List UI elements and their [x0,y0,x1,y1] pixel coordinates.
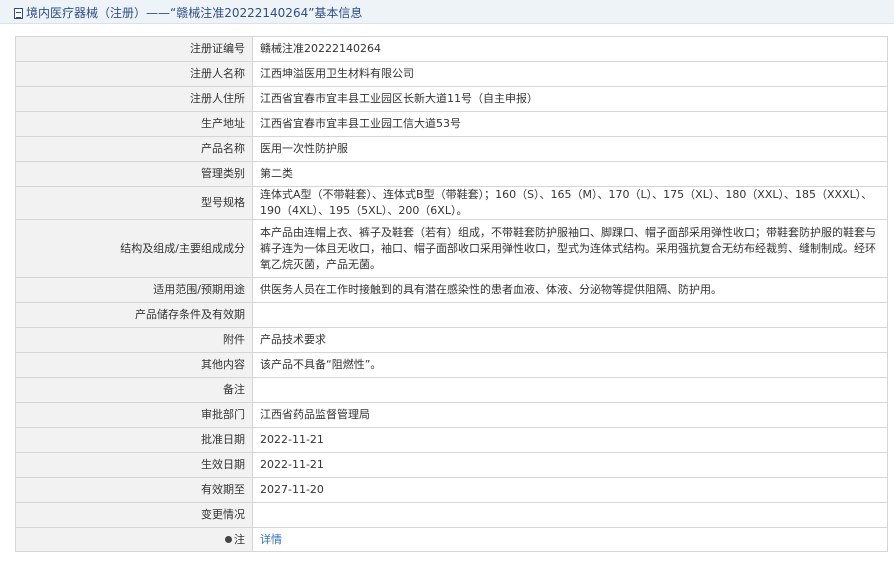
row-label: 变更情况 [15,502,253,528]
row-label: 结构及组成/主要组成成分 [15,219,253,278]
row-label: 管理类别 [15,161,253,187]
page-header: 境内医疗器械（注册）——“赣械注准20222140264”基本信息 [0,0,894,24]
row-value: 供医务人员在工作时接触到的具有潜在感染性的患者血液、体液、分泌物等提供阻隔、防护… [252,277,888,303]
table-row: 管理类别 第二类 [15,161,888,187]
row-value: 江西省宜春市宜丰县工业园区长新大道11号（自主申报） [252,86,888,112]
table-row: 生产地址 江西省宜春市宜丰县工业园工信大道53号 [15,111,888,137]
row-label: 审批部门 [15,402,253,428]
row-value [252,302,888,328]
table-row: 批准日期 2022-11-21 [15,427,888,453]
row-label: 注册人名称 [15,61,253,87]
document-icon [14,8,23,19]
row-value: 2027-11-20 [252,477,888,503]
info-dot-icon [225,535,232,543]
row-label: 产品名称 [15,136,253,162]
table-row: 备注 [15,377,888,403]
header-dash: —— [146,6,171,20]
info-table: 注册证编号 赣械注准20222140264 注册人名称 江西坤溢医用卫生材料有限… [15,36,888,552]
header-title: “赣械注准20222140264”基本信息 [170,6,363,20]
row-value: 连体式A型（不带鞋套）、连体式B型（带鞋套）；160（S）、165（M）、170… [252,186,888,220]
row-value: 产品技术要求 [252,327,888,353]
row-value: 江西坤溢医用卫生材料有限公司 [252,61,888,87]
row-value: 江西省宜春市宜丰县工业园工信大道53号 [252,111,888,137]
row-label: 批准日期 [15,427,253,453]
table-row: 注册证编号 赣械注准20222140264 [15,36,888,62]
table-row: 变更情况 [15,502,888,528]
row-value [252,377,888,403]
row-label: 产品储存条件及有效期 [15,302,253,328]
row-label: 生产地址 [15,111,253,137]
table-row: 产品名称 医用一次性防护服 [15,136,888,162]
table-row: 审批部门 江西省药品监督管理局 [15,402,888,428]
table-row: 生效日期 2022-11-21 [15,452,888,478]
table-row: 其他内容 该产品不具备“阻燃性”。 [15,352,888,378]
table-row: 有效期至 2027-11-20 [15,477,888,503]
row-label: 注册证编号 [15,36,253,62]
row-value [252,502,888,528]
note-value-cell: 详情 [252,527,888,552]
note-label: 注 [234,532,245,546]
table-row: 注册人住所 江西省宜春市宜丰县工业园区长新大道11号（自主申报） [15,86,888,112]
row-value: 本产品由连帽上衣、裤子及鞋套（若有）组成，不带鞋套防护服袖口、脚踝口、帽子面部采… [252,219,888,278]
table-row: 产品储存条件及有效期 [15,302,888,328]
note-row: 注 详情 [15,527,888,552]
row-value: 该产品不具备“阻燃性”。 [252,352,888,378]
table-row: 适用范围/预期用途 供医务人员在工作时接触到的具有潜在感染性的患者血液、体液、分… [15,277,888,303]
row-label: 型号规格 [15,186,253,220]
row-label: 备注 [15,377,253,403]
row-label: 其他内容 [15,352,253,378]
details-link[interactable]: 详情 [260,533,282,546]
row-value: 2022-11-21 [252,452,888,478]
row-value: 江西省药品监督管理局 [252,402,888,428]
row-label: 适用范围/预期用途 [15,277,253,303]
row-label: 有效期至 [15,477,253,503]
note-label-cell: 注 [15,527,253,552]
row-value: 第二类 [252,161,888,187]
row-label: 生效日期 [15,452,253,478]
table-row: 型号规格 连体式A型（不带鞋套）、连体式B型（带鞋套）；160（S）、165（M… [15,186,888,220]
row-value: 2022-11-21 [252,427,888,453]
row-value: 赣械注准20222140264 [252,36,888,62]
row-label: 附件 [15,327,253,353]
table-row: 结构及组成/主要组成成分 本产品由连帽上衣、裤子及鞋套（若有）组成，不带鞋套防护… [15,219,888,278]
row-label: 注册人住所 [15,86,253,112]
table-row: 附件 产品技术要求 [15,327,888,353]
header-category: 境内医疗器械（注册） [26,6,147,20]
row-value: 医用一次性防护服 [252,136,888,162]
table-row: 注册人名称 江西坤溢医用卫生材料有限公司 [15,61,888,87]
